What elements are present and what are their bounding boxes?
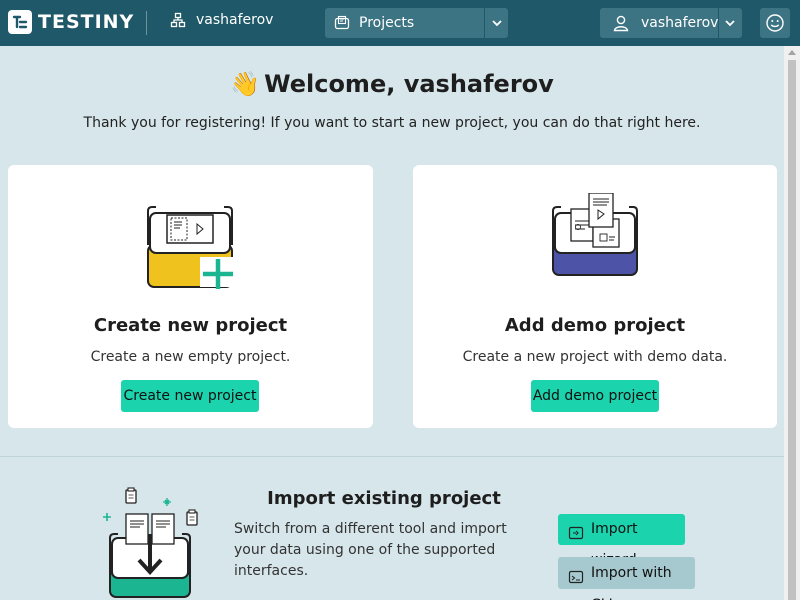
organization-label: vashaferov xyxy=(196,12,274,28)
user-menu[interactable]: vashaferov xyxy=(600,8,742,38)
topbar-divider xyxy=(146,11,147,35)
demo-project-card: Add demo project Create a new project wi… xyxy=(413,165,777,428)
welcome-title: Welcome, vashaferov xyxy=(264,70,554,98)
welcome-subtitle: Thank you for registering! If you want t… xyxy=(83,115,701,131)
demo-project-illustration-icon xyxy=(413,192,777,293)
create-project-description: Create a new empty project. xyxy=(90,349,291,365)
wizard-icon xyxy=(568,522,584,553)
demo-project-title: Add demo project xyxy=(504,315,686,336)
create-project-card: Create new project Create a new empty pr… xyxy=(8,165,373,428)
logo[interactable]: TESTINY xyxy=(8,10,134,34)
import-cli-button[interactable]: Import with CLI xyxy=(558,557,695,600)
chevron-down-icon[interactable] xyxy=(724,17,736,33)
import-illustration-icon xyxy=(100,484,210,600)
waving-hand-icon: 👋 xyxy=(230,70,261,98)
welcome-heading: 👋 Welcome, vashaferov xyxy=(0,70,784,98)
create-new-project-button[interactable]: Create new project xyxy=(121,380,259,412)
create-project-illustration-icon xyxy=(8,193,373,293)
add-demo-project-button[interactable]: Add demo project xyxy=(531,380,659,412)
smiley-icon xyxy=(766,14,784,32)
chevron-down-icon[interactable] xyxy=(491,17,503,33)
import-description: Switch from a different tool and import … xyxy=(234,521,507,579)
projects-icon xyxy=(334,15,350,35)
organization-name[interactable]: vashaferov xyxy=(170,12,273,28)
scroll-up-arrow-icon[interactable] xyxy=(788,50,796,55)
user-icon xyxy=(612,14,630,36)
import-wizard-button[interactable]: Import wizard xyxy=(558,514,685,568)
select-divider xyxy=(718,8,719,38)
vertical-scrollbar[interactable] xyxy=(784,46,800,600)
user-name: vashaferov xyxy=(641,15,719,31)
demo-project-description: Create a new project with demo data. xyxy=(462,349,728,365)
top-bar: TESTINY vashaferov Projects vashaferov xyxy=(0,0,800,46)
feedback-button[interactable] xyxy=(760,8,790,38)
section-divider xyxy=(0,456,784,457)
organization-icon xyxy=(170,12,186,28)
scrollbar-thumb[interactable] xyxy=(788,60,796,600)
terminal-icon xyxy=(568,565,584,597)
import-cli-label: Import with CLI xyxy=(591,565,672,600)
logo-text: TESTINY xyxy=(38,11,135,33)
project-select-label: Projects xyxy=(359,15,415,31)
create-project-title: Create new project xyxy=(93,315,288,336)
import-title: Import existing project xyxy=(267,488,501,509)
logo-icon xyxy=(8,10,32,34)
select-divider xyxy=(484,8,485,38)
project-select[interactable]: Projects xyxy=(325,8,508,38)
